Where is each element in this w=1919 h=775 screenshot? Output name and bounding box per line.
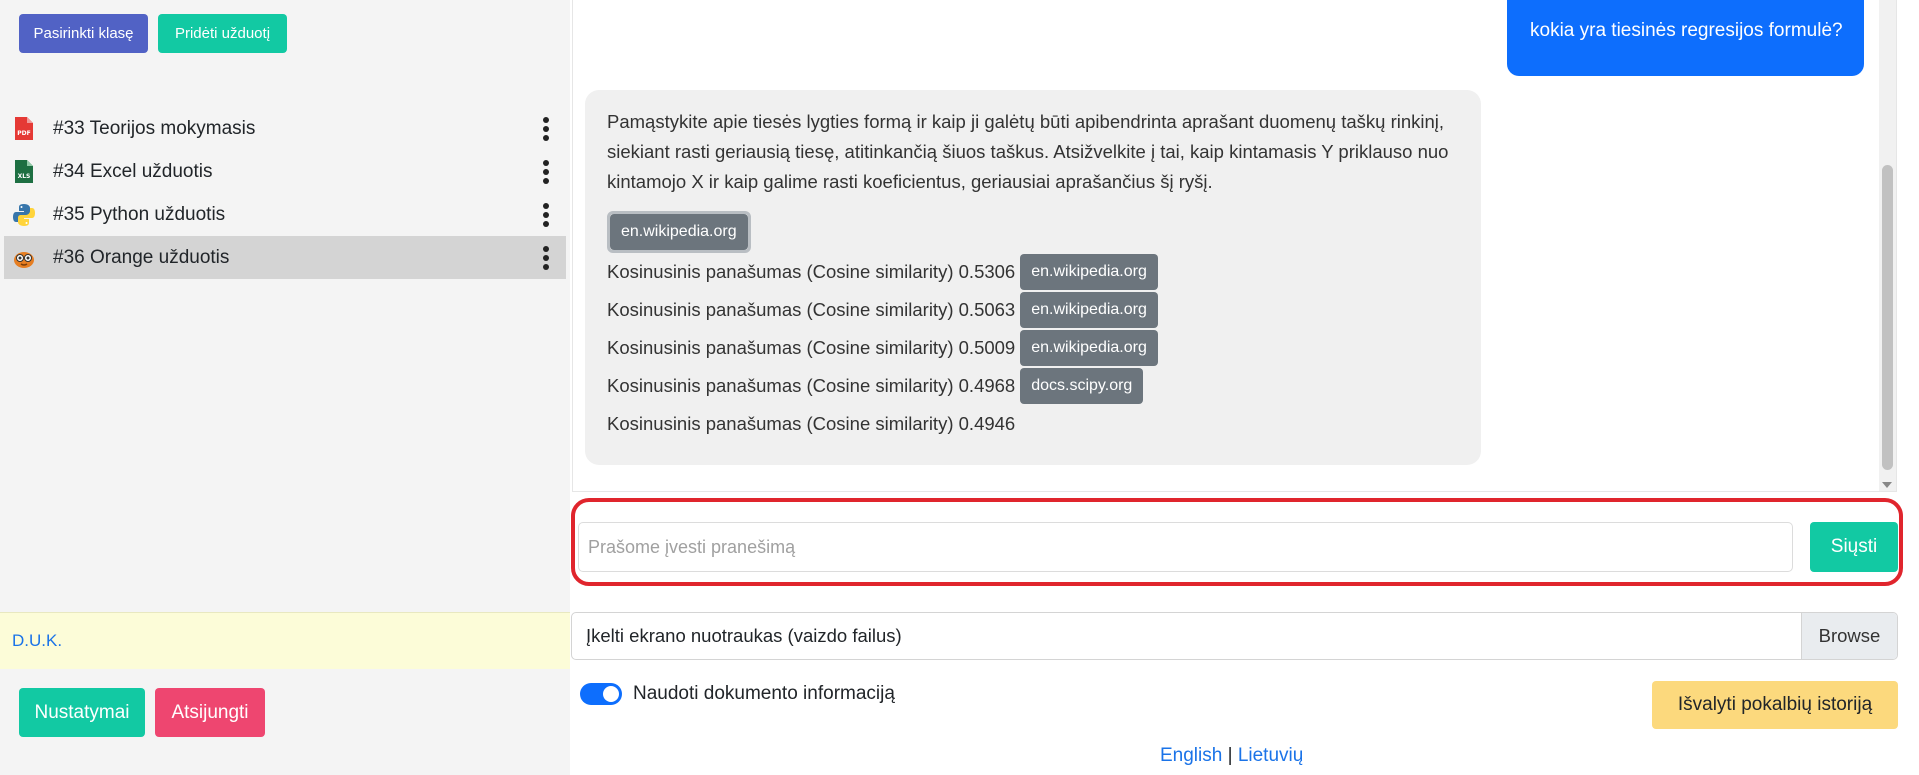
excel-icon: XLS	[11, 159, 37, 185]
chat-scrollbar[interactable]	[1879, 0, 1896, 491]
use-document-label: Naudoti dokumento informaciją	[633, 683, 895, 704]
faq-link[interactable]: D.U.K.	[0, 612, 570, 669]
add-task-button[interactable]: Pridėti užduotį	[158, 14, 287, 53]
more-vertical-icon[interactable]	[542, 160, 550, 184]
more-vertical-icon[interactable]	[542, 203, 550, 227]
task-item-33[interactable]: PDF #33 Teorijos mokymasis	[4, 107, 566, 150]
task-label: #33 Teorijos mokymasis	[53, 117, 256, 139]
orange-icon	[11, 245, 37, 271]
task-list: PDF #33 Teorijos mokymasis XLS #34 Excel…	[4, 107, 566, 279]
assistant-message: Pamąstykite apie tiesės lygties formą ir…	[585, 90, 1481, 465]
svg-text:PDF: PDF	[17, 130, 30, 137]
task-label: #35 Python užduotis	[53, 203, 226, 225]
source-tag[interactable]: en.wikipedia.org	[1020, 292, 1158, 328]
task-label: #36 Orange užduotis	[53, 246, 230, 268]
task-item-35[interactable]: #35 Python užduotis	[4, 193, 566, 236]
task-label: #34 Excel užduotis	[53, 160, 213, 182]
lang-lithuanian-link[interactable]: Lietuvių	[1238, 745, 1304, 766]
chat-history[interactable]: kokia yra tiesinės regresijos formulė? P…	[572, 0, 1897, 492]
lang-english-link[interactable]: English	[1160, 745, 1222, 766]
language-switcher: English | Lietuvių	[1160, 745, 1303, 767]
similarity-row: Kosinusinis panašumas (Cosine similarity…	[607, 367, 1459, 405]
source-tag[interactable]: en.wikipedia.org	[1020, 330, 1158, 366]
logout-button[interactable]: Atsijungti	[155, 688, 265, 737]
clear-history-button[interactable]: Išvalyti pokalbių istoriją	[1652, 681, 1898, 729]
similarity-row: Kosinusinis panašumas (Cosine similarity…	[607, 253, 1459, 291]
python-icon	[11, 202, 37, 228]
upload-label: Įkelti ekrano nuotraukas (vaizdo failus)	[586, 625, 902, 646]
settings-button[interactable]: Nustatymai	[19, 688, 145, 737]
more-vertical-icon[interactable]	[542, 117, 550, 141]
source-link-primary[interactable]: en.wikipedia.org	[607, 211, 751, 253]
similarity-row: Kosinusinis panašumas (Cosine similarity…	[607, 329, 1459, 367]
scroll-thumb[interactable]	[1882, 165, 1893, 470]
assistant-message-text: Pamąstykite apie tiesės lygties formą ir…	[607, 111, 1449, 192]
use-document-option: Naudoti dokumento informaciją	[580, 683, 895, 705]
more-vertical-icon[interactable]	[542, 246, 550, 270]
sidebar: Pasirinkti klasę Pridėti užduotį PDF #33…	[0, 0, 570, 775]
source-tag[interactable]: en.wikipedia.org	[1020, 254, 1158, 290]
use-document-toggle[interactable]	[580, 683, 622, 705]
user-message: kokia yra tiesinės regresijos formulė?	[1507, 0, 1864, 76]
send-button[interactable]: Siųsti	[1810, 522, 1898, 572]
lang-separator: |	[1227, 745, 1233, 766]
similarity-row: Kosinusinis panašumas (Cosine similarity…	[607, 413, 1016, 434]
pdf-icon: PDF	[11, 116, 37, 142]
source-tag: en.wikipedia.org	[610, 214, 748, 250]
similarity-row: Kosinusinis panašumas (Cosine similarity…	[607, 291, 1459, 329]
screenshot-upload[interactable]: Įkelti ekrano nuotraukas (vaizdo failus)…	[571, 612, 1898, 660]
task-item-34[interactable]: XLS #34 Excel užduotis	[4, 150, 566, 193]
svg-text:XLS: XLS	[18, 173, 31, 180]
scroll-down-arrow-icon[interactable]	[1882, 482, 1892, 488]
message-input[interactable]	[578, 522, 1793, 572]
browse-button[interactable]: Browse	[1801, 613, 1897, 659]
task-item-36[interactable]: #36 Orange užduotis	[4, 236, 566, 279]
source-tag[interactable]: docs.scipy.org	[1020, 368, 1144, 404]
select-class-button[interactable]: Pasirinkti klasę	[19, 14, 148, 53]
